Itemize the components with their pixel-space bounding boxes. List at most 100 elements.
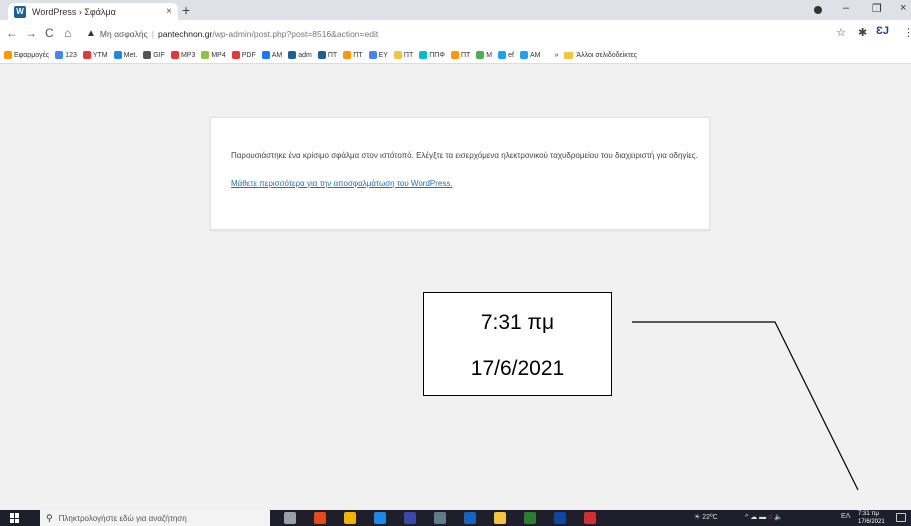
security-label[interactable]: Μη ασφαλής <box>100 29 148 39</box>
bookmark-favicon-icon <box>143 51 152 59</box>
bookmark-favicon-icon <box>368 51 377 59</box>
bookmark-label: GIF <box>153 51 165 59</box>
windows-start-icon[interactable] <box>10 513 20 523</box>
language-indicator[interactable]: ΕΛ <box>841 513 850 520</box>
address-bar[interactable]: ▲ Μη ασφαλής | pantechnon.gr /wp-admin/p… <box>86 24 826 43</box>
extensions-icon[interactable]: ✱ <box>858 26 867 39</box>
bookmark-star-icon[interactable]: ☆ <box>836 26 846 39</box>
bookmark-label: adm <box>298 51 312 59</box>
bookmark-item[interactable]: ΠΤ <box>317 51 338 59</box>
bookmark-label: ΠΤ <box>327 51 338 59</box>
bookmark-favicon-icon <box>317 51 326 59</box>
url-path: /wp-admin/post.php?post=8516&action=edit <box>212 28 379 39</box>
url-separator: | <box>151 28 154 39</box>
bookmark-item[interactable]: MP3 <box>170 51 196 59</box>
bookmark-item[interactable]: GIF <box>143 51 165 59</box>
bookmark-label: 123 <box>65 51 77 59</box>
error-card: Παρουσιάστηκε ένα κρίσιμο σφάλμα στον ισ… <box>210 117 710 230</box>
weather-status[interactable]: ☀ 22ºC <box>694 513 718 521</box>
close-window-button[interactable]: × <box>900 2 906 14</box>
forward-button[interactable]: → <box>25 26 37 40</box>
bookmark-item[interactable]: ΠΤ <box>450 51 471 59</box>
bookmark-item[interactable]: AM <box>261 51 282 59</box>
bookmark-favicon-icon <box>170 51 179 59</box>
minimize-button[interactable]: – <box>843 2 849 14</box>
bookmark-item[interactable]: ΠΤ <box>343 51 363 59</box>
error-message: Παρουσιάστηκε ένα κρίσιμο σφάλμα στον ισ… <box>231 151 698 160</box>
debugging-link[interactable]: Μάθετε περισσότερα για την αποσφαλμάτωση… <box>231 179 453 188</box>
bookmark-label: ΠΤ <box>353 51 363 59</box>
app-outlook-icon[interactable] <box>554 512 566 524</box>
bookmark-favicon-icon <box>113 51 122 59</box>
app-paint-icon[interactable] <box>314 512 326 524</box>
bookmark-favicon-icon <box>476 51 485 59</box>
bookmark-item[interactable]: PDF <box>231 51 256 59</box>
app-browser-icon[interactable] <box>404 512 416 524</box>
bookmark-item[interactable]: M <box>476 51 492 59</box>
bookmark-label: ef <box>508 51 514 59</box>
back-button[interactable]: ← <box>6 26 18 40</box>
home-button[interactable]: ⌂ <box>64 26 71 40</box>
bookmark-label: Εφαρμογές <box>14 51 50 59</box>
taskbar-clock-time: 7:31 πμ <box>858 511 879 517</box>
app-word-icon[interactable] <box>464 512 476 524</box>
bookmark-favicon-icon <box>82 51 91 59</box>
bookmark-item[interactable]: ΠΠΦ <box>419 51 445 59</box>
bookmark-item[interactable]: Εφαρμογές <box>4 51 49 59</box>
reload-button[interactable]: C <box>45 26 54 40</box>
bookmarks-more-icon[interactable]: » <box>554 52 558 59</box>
notifications-icon[interactable] <box>896 513 906 522</box>
bookmark-label: EY <box>378 51 388 59</box>
bookmark-item[interactable]: YTM <box>82 51 108 59</box>
bookmark-favicon-icon <box>55 51 64 59</box>
bookmark-item[interactable]: Met. <box>113 51 137 59</box>
taskbar-search[interactable]: ⚲ Πληκτρολογήστε εδώ για αναζήτηση <box>40 510 270 526</box>
bookmark-favicon-icon <box>288 51 297 59</box>
bookmark-item[interactable]: adm <box>288 51 312 59</box>
bookmark-label: MP4 <box>211 51 226 59</box>
app-acrobat-icon[interactable] <box>584 512 596 524</box>
app-explorer-icon[interactable] <box>494 512 506 524</box>
bookmark-item[interactable]: ef <box>498 51 514 59</box>
system-tray-icons[interactable]: ^ ☁ ▬ ◌ 🔈 <box>745 513 783 521</box>
bookmark-label: ΠΤ <box>403 51 414 59</box>
other-bookmarks-label: Άλλοι σελιδοδείκτες <box>576 51 637 59</box>
time-callout-box: 7:31 πμ 17/6/2021 <box>423 292 612 396</box>
bookmark-item[interactable]: AM <box>519 51 540 59</box>
bookmark-item[interactable]: EY <box>368 51 388 59</box>
warning-icon[interactable]: ▲ <box>86 28 96 39</box>
bookmark-label: ΠΤ <box>460 51 471 59</box>
app-edge-icon[interactable] <box>374 512 386 524</box>
other-bookmarks-folder[interactable]: Άλλοι σελιδοδείκτες <box>564 51 637 59</box>
tab-close-icon[interactable]: × <box>166 6 172 17</box>
windows-taskbar: ⚲ Πληκτρολογήστε εδώ για αναζήτηση ☀ 22º… <box>0 510 911 526</box>
bookmark-item[interactable]: 123 <box>55 51 77 59</box>
bookmark-favicon-icon <box>231 51 240 59</box>
bookmarks-bar: Εφαρμογές 123 YTM Met. GIF MP3 MP4 PDF AM adm ΠΤ ΠΤ… <box>0 47 911 64</box>
menu-icon[interactable]: ⋮ <box>903 26 911 39</box>
bookmark-favicon-icon <box>4 51 12 59</box>
app-chrome-icon[interactable] <box>344 512 356 524</box>
app-calculator-icon[interactable] <box>434 512 446 524</box>
bookmark-label: M <box>486 51 493 59</box>
bookmark-favicon-icon <box>261 51 270 59</box>
restore-button[interactable]: ❐ <box>872 2 882 15</box>
profile-avatar[interactable]: ƐJ <box>876 25 892 39</box>
bookmark-label: YTM <box>92 51 108 59</box>
taskbar-search-placeholder: Πληκτρολογήστε εδώ για αναζήτηση <box>58 513 187 523</box>
url-domain: pantechnon.gr <box>157 28 213 39</box>
bookmark-label: ΠΠΦ <box>429 51 445 59</box>
new-tab-button[interactable]: + <box>182 2 190 18</box>
taskbar-clock[interactable]: 7:31 πμ 17/6/2021 <box>858 510 885 526</box>
bookmark-item[interactable]: ΠΤ <box>393 51 414 59</box>
tab-wordpress-error[interactable]: W WordPress › Σφάλμα × <box>8 3 178 20</box>
bookmark-label: MP3 <box>180 51 196 59</box>
bookmark-item[interactable]: MP4 <box>201 51 226 59</box>
callout-date: 17/6/2021 <box>470 357 565 380</box>
bookmark-label: PDF <box>241 51 256 59</box>
browser-toolbar: ← → C ⌂ ▲ Μη ασφαλής | pantechnon.gr /wp… <box>0 20 911 47</box>
weather-temp: 22ºC <box>702 514 718 521</box>
callout-pointer-line <box>632 321 859 491</box>
app-excel-icon[interactable] <box>524 512 536 524</box>
task-view-icon[interactable] <box>284 512 296 524</box>
